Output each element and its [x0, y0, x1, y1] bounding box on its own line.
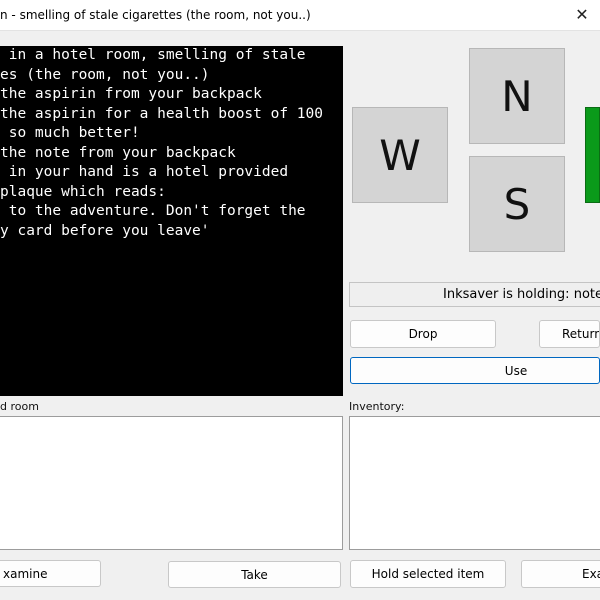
room-label: d room — [0, 400, 39, 413]
console-line: plaque which reads: — [0, 183, 166, 200]
inventory-label: Inventory: — [349, 400, 405, 413]
west-button[interactable]: W — [352, 107, 448, 203]
examine-room-button[interactable]: xamine — [0, 560, 101, 587]
console-line: in a hotel room, smelling of stale — [0, 47, 306, 63]
north-label: N — [501, 71, 533, 121]
console-output: in a hotel room, smelling of stale es (th… — [0, 46, 343, 396]
south-label: S — [503, 179, 531, 229]
examine-room-label: xamine — [3, 566, 48, 581]
hold-selected-item-label: Hold selected item — [371, 567, 485, 581]
examine-inventory-label: Exa — [582, 567, 600, 581]
east-button[interactable] — [585, 107, 600, 203]
console-line: the note from your backpack — [0, 144, 236, 161]
return-button[interactable]: Return t — [539, 320, 600, 348]
console-line: so much better! — [0, 125, 140, 141]
inventory-list[interactable] — [349, 416, 600, 550]
window-title: n - smelling of stale cigarettes (the ro… — [0, 8, 311, 22]
drop-button[interactable]: Drop — [350, 320, 496, 348]
console-line: the aspirin for a health boost of 100 — [0, 105, 324, 122]
console-line: in your hand is a hotel provided — [0, 164, 289, 180]
hold-selected-item-button[interactable]: Hold selected item — [350, 560, 506, 588]
drop-label: Drop — [408, 327, 438, 341]
north-button[interactable]: N — [469, 48, 565, 144]
holding-status: Inksaver is holding: note — [349, 282, 600, 307]
console-line: the aspirin from your backpack — [0, 86, 262, 102]
south-button[interactable]: S — [469, 156, 565, 252]
console-line: es (the room, not you..) — [0, 66, 210, 83]
return-label: Return t — [562, 327, 600, 341]
title-bar: n - smelling of stale cigarettes (the ro… — [0, 0, 600, 31]
close-icon[interactable]: ✕ — [572, 4, 592, 26]
use-button[interactable]: Use — [350, 357, 600, 384]
examine-inventory-button[interactable]: Exa — [521, 560, 600, 588]
use-label: Use — [504, 363, 528, 378]
room-items-list[interactable] — [0, 416, 343, 550]
take-button[interactable]: Take — [168, 561, 341, 588]
take-label: Take — [241, 567, 268, 582]
west-label: W — [379, 130, 421, 180]
console-line: to the adventure. Don't forget the — [0, 203, 306, 219]
console-line: y card before you leave' — [0, 222, 210, 239]
